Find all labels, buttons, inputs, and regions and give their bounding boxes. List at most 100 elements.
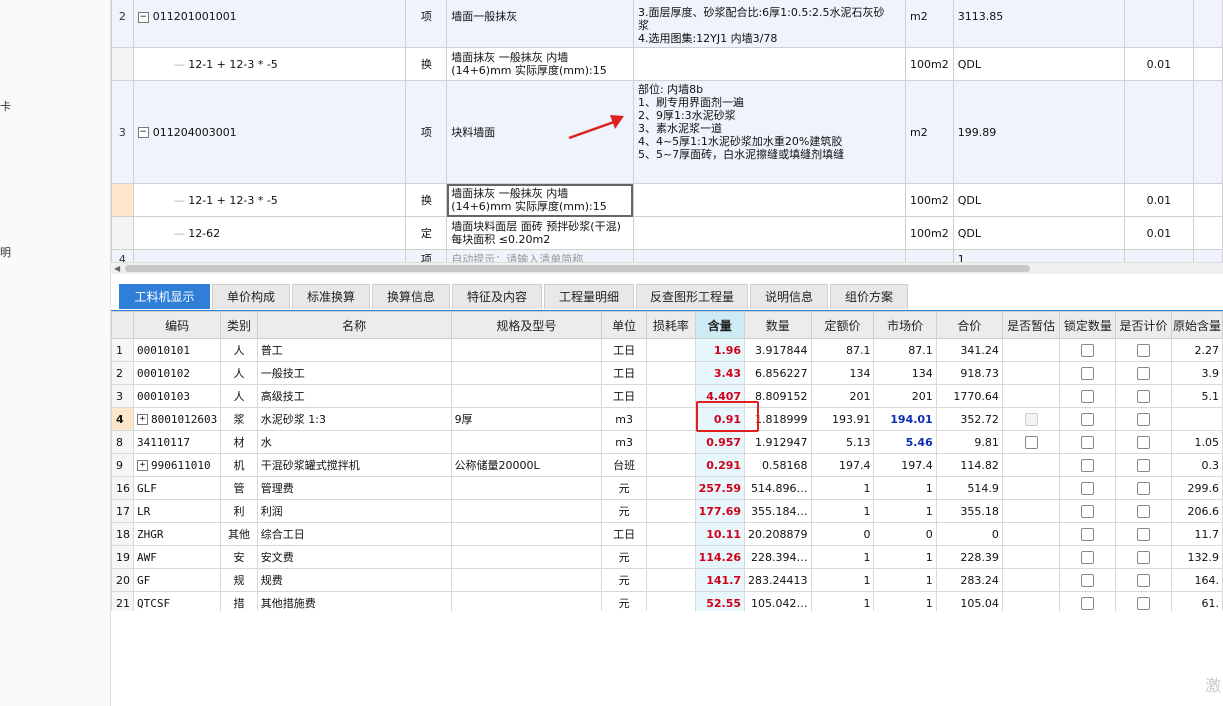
temp-estimate-cell[interactable] — [1001, 430, 1061, 454]
material-code-cell[interactable]: 34110117 — [132, 430, 222, 454]
material-market-price[interactable]: 87.1 — [873, 338, 937, 362]
material-unit[interactable]: 元 — [601, 591, 648, 611]
material-content[interactable]: 0.291 — [694, 453, 746, 477]
material-market-price[interactable]: 1 — [873, 568, 937, 592]
material-name[interactable]: 干混砂浆罐式搅拌机 — [256, 453, 452, 477]
expand-icon[interactable]: + — [137, 460, 148, 471]
header-code[interactable]: 编码 — [132, 311, 222, 339]
material-spec[interactable] — [450, 338, 603, 362]
material-unit[interactable]: 元 — [601, 499, 648, 523]
material-content[interactable]: 114.26 — [694, 545, 746, 569]
header-original-content[interactable]: 原始含量 — [1170, 311, 1223, 339]
priced-cell[interactable] — [1115, 361, 1172, 385]
quota-code-cell[interactable]: — 12-1 + 12-3 * -5 — [132, 183, 407, 217]
material-loss-rate[interactable] — [646, 476, 696, 500]
header-market-price[interactable]: 市场价 — [873, 311, 937, 339]
lock-quantity-cell[interactable] — [1059, 522, 1117, 546]
scroll-left-icon[interactable]: ◀ — [114, 264, 120, 273]
priced-checkbox[interactable] — [1137, 435, 1151, 449]
material-quantity[interactable]: 105.042… — [744, 591, 812, 611]
header-name[interactable]: 名称 — [256, 311, 452, 339]
material-category[interactable]: 人 — [220, 338, 258, 362]
material-category[interactable]: 机 — [220, 453, 258, 477]
material-loss-rate[interactable] — [646, 499, 696, 523]
collapse-icon[interactable]: − — [137, 11, 149, 23]
lock-quantity-cell[interactable] — [1059, 499, 1117, 523]
material-row[interactable]: 19 AWF 安安文费元 114.26 228.394… 1 1 228.39 132.9 — [111, 545, 1223, 569]
material-quantity[interactable]: 283.24413 — [744, 568, 812, 592]
tab-features[interactable]: 特征及内容 — [452, 284, 542, 309]
material-unit[interactable]: 工日 — [601, 361, 648, 385]
priced-cell[interactable] — [1115, 338, 1172, 362]
material-content[interactable]: 4.407 — [694, 384, 746, 408]
lock-quantity-checkbox[interactable] — [1081, 366, 1095, 380]
material-code-cell[interactable]: LR — [132, 499, 222, 523]
lock-quantity-checkbox[interactable] — [1081, 435, 1095, 449]
material-loss-rate[interactable] — [646, 361, 696, 385]
material-market-price[interactable]: 5.46 — [873, 430, 937, 454]
quota-row[interactable]: — 12-1 + 12-3 * -5 换 墙面抹灰 一般抹灰 内墙 (14+6)… — [111, 47, 1223, 81]
material-spec[interactable] — [450, 384, 603, 408]
material-name[interactable]: 水泥砂浆 1:3 — [256, 407, 452, 431]
material-spec[interactable] — [450, 522, 603, 546]
temp-estimate-cell[interactable] — [1001, 453, 1061, 477]
tab-graphic-quantity[interactable]: 反查图形工程量 — [636, 284, 748, 309]
material-code-cell[interactable]: GF — [132, 568, 222, 592]
material-category[interactable]: 材 — [220, 430, 258, 454]
priced-cell[interactable] — [1115, 430, 1172, 454]
material-name[interactable]: 高级技工 — [256, 384, 452, 408]
material-name[interactable]: 普工 — [256, 338, 452, 362]
bill-name-hint[interactable]: 自动提示：请输入清单简称 — [446, 249, 634, 262]
tab-material-display[interactable]: 工料机显示 — [119, 284, 210, 309]
material-category[interactable]: 利 — [220, 499, 258, 523]
priced-cell[interactable] — [1115, 545, 1172, 569]
header-priced[interactable]: 是否计价 — [1115, 311, 1172, 339]
material-unit[interactable]: 元 — [601, 568, 648, 592]
priced-checkbox[interactable] — [1137, 458, 1151, 472]
lock-quantity-checkbox[interactable] — [1081, 458, 1095, 472]
material-category[interactable]: 浆 — [220, 407, 258, 431]
priced-checkbox[interactable] — [1137, 550, 1151, 564]
material-content[interactable]: 177.69 — [694, 499, 746, 523]
material-unit[interactable]: m3 — [601, 430, 648, 454]
bill-row[interactable]: 4 项 自动提示：请输入清单简称 1 — [111, 249, 1223, 262]
priced-cell[interactable] — [1115, 476, 1172, 500]
material-loss-rate[interactable] — [646, 430, 696, 454]
lock-quantity-cell[interactable] — [1059, 338, 1117, 362]
material-category[interactable]: 管 — [220, 476, 258, 500]
lock-quantity-cell[interactable] — [1059, 361, 1117, 385]
material-spec[interactable] — [450, 499, 603, 523]
material-quantity[interactable]: 3.917844 — [744, 338, 812, 362]
lock-quantity-checkbox[interactable] — [1081, 412, 1095, 426]
material-quantity[interactable]: 0.58168 — [744, 453, 812, 477]
bill-code-cell[interactable] — [132, 249, 407, 262]
quota-code-cell[interactable]: — 12-1 + 12-3 * -5 — [132, 47, 407, 81]
material-row[interactable]: 16 GLF 管管理费元 257.59 514.896… 1 1 514.9 299.6 — [111, 476, 1223, 500]
lock-quantity-cell[interactable] — [1059, 568, 1117, 592]
material-loss-rate[interactable] — [646, 545, 696, 569]
lock-quantity-checkbox[interactable] — [1081, 389, 1095, 403]
lock-quantity-checkbox[interactable] — [1081, 504, 1095, 518]
priced-cell[interactable] — [1115, 407, 1172, 431]
scrollbar-thumb[interactable] — [125, 265, 1030, 272]
material-code-cell[interactable]: +8001012603 — [132, 407, 222, 431]
material-quantity[interactable]: 1.818999 — [744, 407, 812, 431]
priced-checkbox[interactable] — [1137, 481, 1151, 495]
temp-estimate-cell[interactable] — [1001, 545, 1061, 569]
material-row[interactable]: 21 QTCSF 措其他措施费元 52.55 105.042… 1 1 105.04 61. — [111, 591, 1223, 611]
material-market-price[interactable]: 1 — [873, 476, 937, 500]
material-category[interactable]: 安 — [220, 545, 258, 569]
material-quantity[interactable]: 8.809152 — [744, 384, 812, 408]
priced-cell[interactable] — [1115, 453, 1172, 477]
header-temp-estimate[interactable]: 是否暂估 — [1001, 311, 1061, 339]
header-category[interactable]: 类别 — [220, 311, 258, 339]
priced-cell[interactable] — [1115, 591, 1172, 611]
material-spec[interactable]: 公称储量20000L — [450, 453, 603, 477]
priced-checkbox[interactable] — [1137, 366, 1151, 380]
header-lock-quantity[interactable]: 锁定数量 — [1059, 311, 1117, 339]
material-quantity[interactable]: 355.184… — [744, 499, 812, 523]
material-unit[interactable]: 元 — [601, 545, 648, 569]
material-category[interactable]: 人 — [220, 361, 258, 385]
tab-pricing-scheme[interactable]: 组价方案 — [830, 284, 908, 309]
tab-quantity-detail[interactable]: 工程量明细 — [544, 284, 634, 309]
